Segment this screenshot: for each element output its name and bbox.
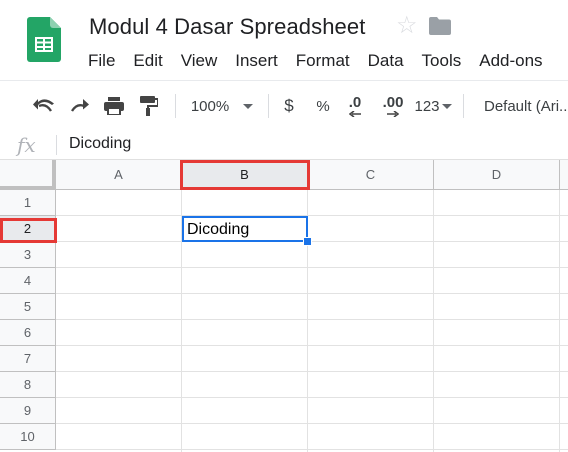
- toolbar: 100% $ % .0 .00 123 Default (Ari...: [0, 80, 568, 132]
- row-header-1[interactable]: 1: [0, 190, 56, 216]
- column-header-a[interactable]: A: [56, 160, 182, 190]
- menu-bar: File Edit View Insert Format Data Tools …: [79, 50, 552, 74]
- more-formats-label: 123: [414, 97, 440, 115]
- decrease-decimal-label: .0: [348, 94, 362, 111]
- grid-line: [433, 190, 434, 452]
- print-icon: [104, 97, 124, 115]
- spreadsheet-grid[interactable]: A B C D 1 2 3 4 5 6 7 8 9 10 Dicoding: [0, 160, 568, 452]
- zoom-value: 100%: [190, 97, 230, 115]
- arrow-right-icon: [387, 111, 399, 117]
- paint-format-button[interactable]: [135, 81, 163, 131]
- undo-button[interactable]: [30, 81, 58, 131]
- formula-input[interactable]: Dicoding: [69, 135, 131, 153]
- increase-decimal-button[interactable]: .00: [378, 81, 408, 131]
- decrease-decimal-button[interactable]: .0: [342, 81, 368, 131]
- row-header-6[interactable]: 6: [0, 320, 56, 346]
- currency-symbol: $: [284, 96, 294, 115]
- row-header-10[interactable]: 10: [0, 424, 56, 450]
- document-title[interactable]: Modul 4 Dasar Spreadsheet: [89, 14, 365, 40]
- active-cell-b2[interactable]: [182, 216, 308, 242]
- grid-line: [56, 423, 568, 424]
- print-button[interactable]: [100, 81, 128, 131]
- grid-line: [56, 241, 568, 242]
- grid-line: [56, 397, 568, 398]
- column-header-e[interactable]: [560, 160, 568, 190]
- menu-file[interactable]: File: [79, 50, 124, 74]
- more-formats-button[interactable]: 123: [412, 81, 454, 131]
- percent-format-button[interactable]: %: [312, 81, 334, 131]
- star-icon[interactable]: ☆: [396, 14, 418, 38]
- paint-format-icon: [140, 96, 158, 116]
- menu-format[interactable]: Format: [287, 50, 359, 74]
- row-header-3[interactable]: 3: [0, 242, 56, 268]
- menu-tools[interactable]: Tools: [413, 50, 471, 74]
- undo-icon: [33, 99, 54, 112]
- grid-line: [56, 215, 568, 216]
- row-header-5[interactable]: 5: [0, 294, 56, 320]
- menu-insert[interactable]: Insert: [226, 50, 287, 74]
- fx-icon: fx: [17, 133, 36, 157]
- row-header-8[interactable]: 8: [0, 372, 56, 398]
- folder-icon[interactable]: [429, 17, 451, 35]
- redo-button[interactable]: [65, 81, 93, 131]
- column-b-highlight: [180, 160, 310, 190]
- column-header-c[interactable]: C: [308, 160, 434, 190]
- increase-decimal-label: .00: [382, 94, 404, 111]
- sheets-logo-icon[interactable]: [27, 17, 61, 62]
- zoom-select[interactable]: 100%: [186, 81, 258, 131]
- toolbar-separator: [463, 94, 464, 118]
- grid-line: [56, 267, 568, 268]
- menu-data[interactable]: Data: [359, 50, 413, 74]
- toolbar-separator: [175, 94, 176, 118]
- formula-bar: fx Dicoding: [0, 131, 568, 160]
- row-header-7[interactable]: 7: [0, 346, 56, 372]
- grid-line: [56, 371, 568, 372]
- row-header-9[interactable]: 9: [0, 398, 56, 424]
- chevron-down-icon: [243, 103, 254, 109]
- currency-format-button[interactable]: $: [278, 81, 300, 131]
- menu-addons[interactable]: Add-ons: [470, 50, 551, 74]
- chevron-down-icon: [441, 103, 452, 109]
- menu-view[interactable]: View: [172, 50, 227, 74]
- menu-edit[interactable]: Edit: [124, 50, 171, 74]
- font-family-value: Default (Ari...: [484, 97, 568, 115]
- grid-line: [56, 345, 568, 346]
- fill-handle[interactable]: [303, 237, 312, 246]
- grid-line: [559, 190, 560, 452]
- formula-separator: [56, 135, 57, 155]
- column-header-d[interactable]: D: [434, 160, 560, 190]
- row-2-highlight: [0, 218, 57, 243]
- font-family-select[interactable]: Default (Ari...: [484, 81, 568, 131]
- toolbar-separator: [268, 94, 269, 118]
- grid-line: [56, 293, 568, 294]
- redo-icon: [70, 99, 89, 112]
- title-bar: Modul 4 Dasar Spreadsheet ☆ File Edit Vi…: [0, 0, 568, 80]
- percent-symbol: %: [316, 97, 330, 115]
- grid-line: [56, 319, 568, 320]
- row-header-4[interactable]: 4: [0, 268, 56, 294]
- arrow-left-icon: [349, 111, 361, 117]
- grid-line: [56, 449, 568, 450]
